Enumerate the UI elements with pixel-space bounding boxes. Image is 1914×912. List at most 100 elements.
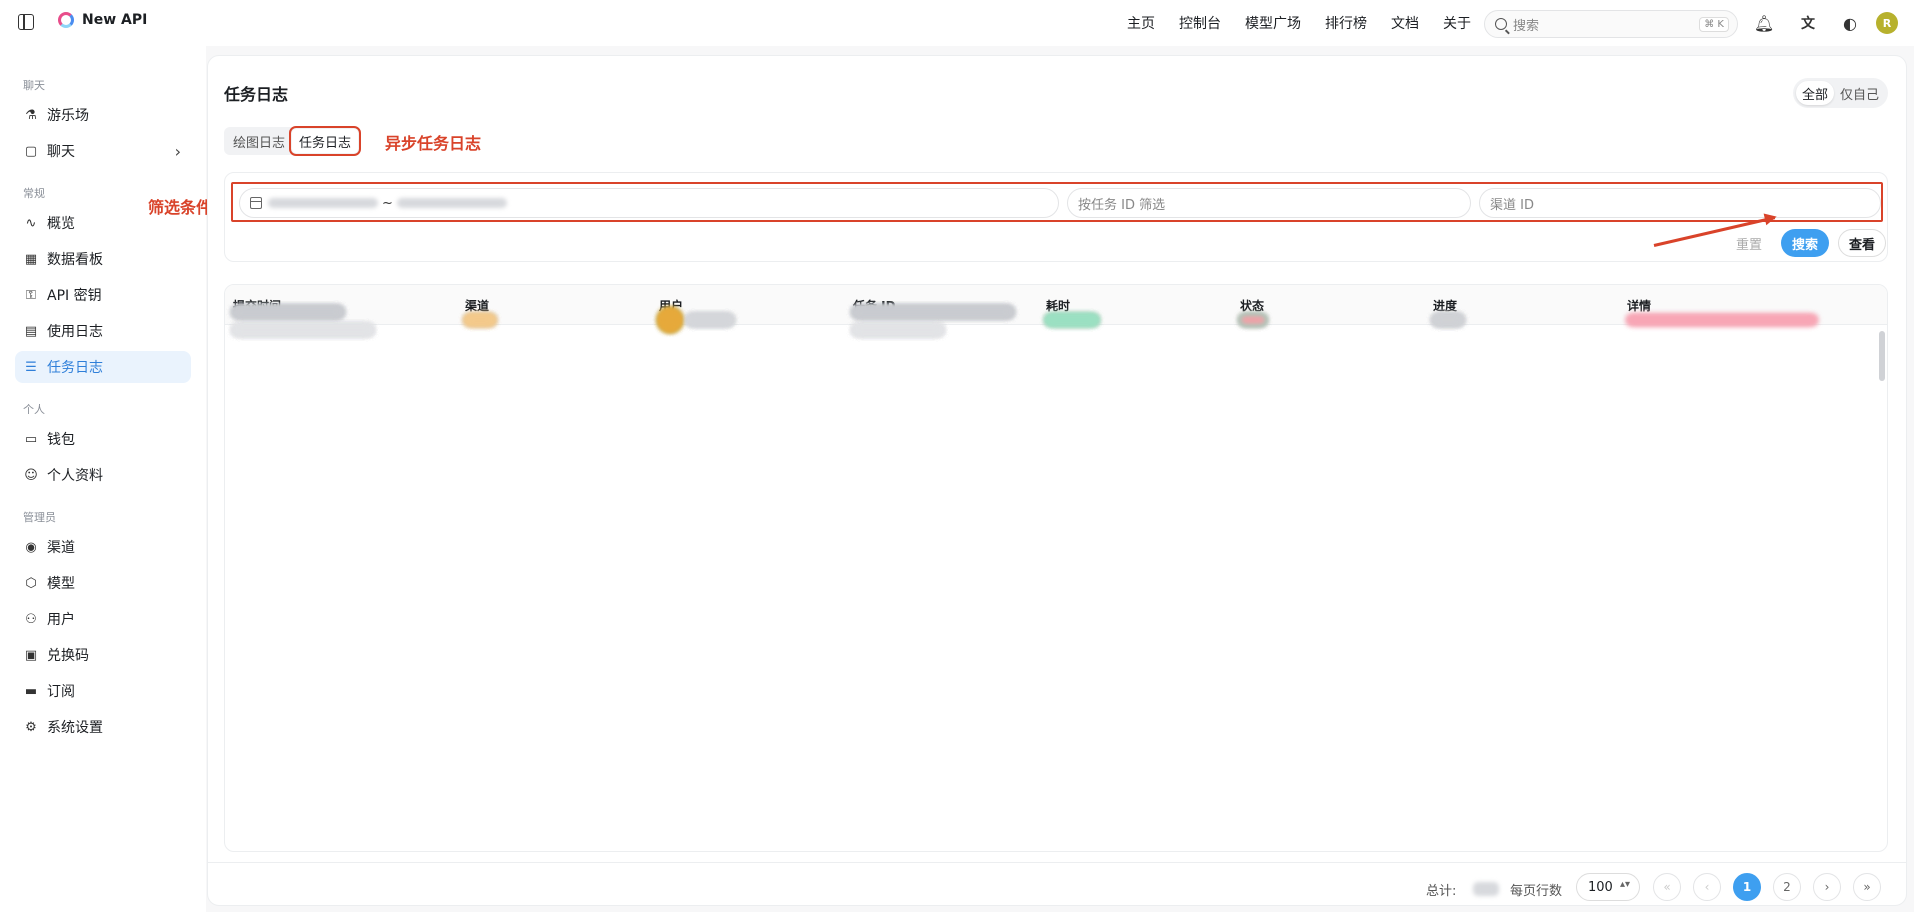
rows-per-page-select[interactable]: 100 ▴▾ (1576, 873, 1640, 901)
dashboard-icon: ▦ (24, 251, 38, 267)
sidebar-item-label: 用户 (47, 612, 75, 628)
scope-toggle: 全部 仅自己 (1792, 78, 1888, 108)
sidebar-group-label: 个人 (23, 403, 45, 416)
date-separator: ~ (382, 195, 393, 211)
search-input[interactable]: 搜索 ⌘ K (1484, 10, 1738, 38)
brand[interactable]: New API (58, 12, 147, 28)
list-icon: ☰ (25, 359, 37, 375)
table-scrollbar[interactable] (1879, 331, 1885, 381)
sidebar-item-task-logs[interactable]: ☰ 任务日志 (15, 351, 191, 383)
column-header: 状态 (1240, 299, 1265, 313)
last-page-button[interactable]: » (1853, 873, 1881, 901)
chevron-updown-icon: ▴▾ (1619, 879, 1630, 890)
sidebar-item-chat[interactable]: ▢ 聊天 › (15, 135, 191, 167)
sidebar-item-wallet[interactable]: ▭ 钱包 (15, 423, 191, 455)
redacted-cell (233, 325, 373, 335)
sidebar-group-label: 聊天 (23, 79, 45, 92)
sidebar-item-label: API 密钥 (47, 288, 102, 304)
column-header: 渠道 (465, 299, 490, 313)
view-button[interactable]: 查看 (1838, 229, 1886, 257)
prev-page-button[interactable]: ‹ (1693, 873, 1721, 901)
nav-about[interactable]: 关于 (1443, 13, 1471, 33)
logo-icon (58, 12, 74, 28)
search-button[interactable]: 搜索 (1781, 229, 1829, 257)
redacted-cell (1046, 315, 1098, 325)
key-icon: ⚿ (26, 287, 36, 303)
sidebar-item-models[interactable]: ⬡ 模型 (15, 567, 191, 599)
sidebar-toggle-icon[interactable] (18, 14, 34, 30)
column-header: 详情 (1627, 299, 1652, 313)
channel-id-filter[interactable]: 渠道 ID (1479, 188, 1881, 218)
app-title: New API (82, 12, 148, 28)
top-nav: 主页 控制台 模型广场 排行榜 文档 关于 (1127, 0, 1471, 46)
sidebar-item-subscriptions[interactable]: ▬ 订阅 (15, 675, 191, 707)
tab-task-logs[interactable]: 任务日志 (289, 126, 362, 156)
page-button-2[interactable]: 2 (1773, 873, 1801, 901)
translate-icon[interactable]: 文 (1798, 13, 1818, 33)
cube-icon: ⬡ (25, 575, 37, 591)
redacted-cell (853, 325, 943, 335)
redacted-cell (233, 307, 343, 317)
broadcast-icon: ◉ (25, 539, 37, 555)
top-bar: New API 主页 控制台 模型广场 排行榜 文档 关于 搜索 ⌘ K 🔔︎ … (0, 0, 1914, 46)
gear-icon: ⚙ (25, 719, 37, 735)
document-icon: ▤ (24, 323, 38, 339)
column-header: 进度 (1433, 299, 1458, 313)
user-icon: ☺ (24, 467, 38, 483)
redacted-cell (465, 315, 495, 325)
flask-icon: ⚗ (25, 107, 37, 123)
calendar-icon (250, 197, 262, 209)
sidebar-item-usage-logs[interactable]: ▤ 使用日志 (15, 315, 191, 347)
redacted-cell (853, 307, 1013, 317)
sidebar-item-api-keys[interactable]: ⚿ API 密钥 (15, 279, 191, 311)
nav-home[interactable]: 主页 (1127, 13, 1155, 33)
page-button-1[interactable]: 1 (1733, 873, 1761, 901)
scope-mine-option[interactable]: 仅自己 (1834, 81, 1885, 105)
pulse-icon: ∿ (25, 215, 37, 231)
sidebar-item-channels[interactable]: ◉ 渠道 (15, 531, 191, 563)
sidebar-item-playground[interactable]: ⚗ 游乐场 (15, 99, 191, 131)
filter-card: ~ 按任务 ID 筛选 渠道 ID 重置 搜索 查看 (224, 172, 1888, 262)
task-id-filter[interactable]: 按任务 ID 筛选 (1067, 188, 1471, 218)
nav-docs[interactable]: 文档 (1391, 13, 1419, 33)
sidebar-item-label: 聊天 (47, 144, 75, 160)
sidebar-item-label: 概览 (47, 216, 75, 232)
palette-icon[interactable]: ◐ (1840, 13, 1860, 33)
sidebar-item-label: 数据看板 (47, 252, 103, 268)
sidebar-item-redeem-codes[interactable]: ▣ 兑换码 (15, 639, 191, 671)
page-title: 任务日志 (224, 85, 289, 104)
task-log-table: 提交时间 渠道 用户 任务 ID 耗时 状态 进度 详情 (224, 284, 1888, 852)
avatar[interactable]: R (1876, 12, 1898, 34)
nav-leaderboard[interactable]: 排行榜 (1325, 13, 1367, 33)
sidebar-item-settings[interactable]: ⚙ 系统设置 (15, 711, 191, 743)
sidebar-group-label: 常规 (23, 187, 45, 200)
sidebar-item-label: 个人资料 (47, 468, 103, 484)
sidebar-group-label: 管理员 (23, 511, 56, 524)
log-tabs: 绘图日志 任务日志 (224, 126, 362, 156)
tab-drawing-logs[interactable]: 绘图日志 (226, 129, 292, 153)
search-shortcut: ⌘ K (1699, 17, 1729, 32)
users-icon: ⚇ (25, 611, 37, 627)
sidebar-item-users[interactable]: ⚇ 用户 (15, 603, 191, 635)
sidebar-item-profile[interactable]: ☺ 个人资料 (15, 459, 191, 491)
sidebar-item-label: 游乐场 (47, 108, 89, 124)
column-header: 耗时 (1046, 299, 1071, 313)
next-page-button[interactable]: › (1813, 873, 1841, 901)
nav-console[interactable]: 控制台 (1179, 13, 1221, 33)
sidebar-item-label: 任务日志 (47, 360, 103, 376)
sidebar-item-label: 模型 (47, 576, 75, 592)
scope-all-option[interactable]: 全部 (1795, 81, 1834, 105)
chat-icon: ▢ (24, 143, 38, 159)
start-date-value (268, 198, 378, 208)
card-icon: ▬ (24, 683, 38, 699)
sidebar-item-label: 系统设置 (47, 720, 103, 736)
first-page-button[interactable]: « (1653, 873, 1681, 901)
bell-icon[interactable]: 🔔︎ (1754, 13, 1774, 33)
reset-button[interactable]: 重置 (1725, 229, 1773, 257)
filter-annotation: 筛选条件 (148, 198, 213, 217)
sidebar-item-label: 钱包 (47, 432, 75, 448)
nav-model-plaza[interactable]: 模型广场 (1245, 13, 1301, 33)
date-range-picker[interactable]: ~ (239, 188, 1059, 218)
sidebar-item-dashboard[interactable]: ▦ 数据看板 (15, 243, 191, 275)
redacted-cell (687, 315, 733, 325)
